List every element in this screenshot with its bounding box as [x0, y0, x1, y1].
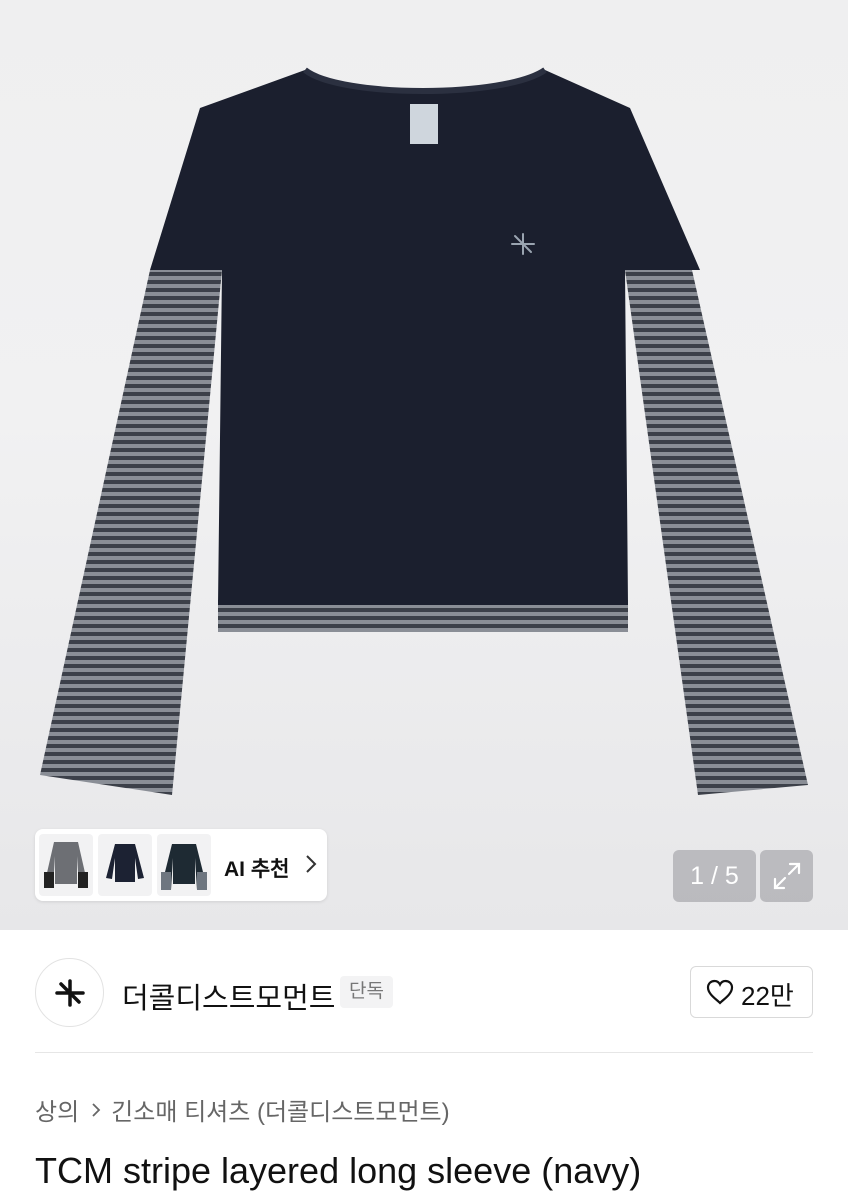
breadcrumb-category[interactable]: 상의 — [35, 1092, 79, 1127]
ai-recommend-button[interactable]: AI 추천 — [35, 829, 327, 901]
product-title: TCM stripe layered long sleeve (navy) — [35, 1150, 642, 1191]
chevron-right-icon — [92, 1102, 101, 1117]
gray-sweater-thumb[interactable] — [39, 834, 93, 896]
like-button[interactable]: 22만 — [690, 966, 813, 1018]
heart-icon — [706, 979, 734, 1005]
brand-logo[interactable] — [35, 958, 104, 1027]
image-counter: 1 / 5 — [673, 850, 756, 902]
like-count: 22만 — [741, 981, 794, 1011]
exclusive-badge: 단독 — [340, 976, 393, 1008]
product-image — [40, 67, 808, 795]
product-image-gallery[interactable]: AI 추천 1 / 5 — [0, 0, 848, 930]
breadcrumb: 상의 긴소매 티셔츠 (더콜디스트모먼트) — [35, 1092, 450, 1127]
image-counter-text: 1 / 5 — [690, 862, 739, 890]
divider — [35, 1052, 813, 1053]
expand-icon — [773, 862, 801, 890]
expand-image-button[interactable] — [760, 850, 813, 902]
ai-recommend-label: AI 추천 — [224, 858, 290, 881]
navy-top-thumb[interactable] — [98, 834, 152, 896]
chevron-right-icon — [306, 855, 317, 873]
dark-sweatshirt-thumb[interactable] — [157, 834, 211, 896]
breadcrumb-subcategory[interactable]: 긴소매 티셔츠 (더콜디스트모먼트) — [111, 1092, 449, 1127]
star-icon — [55, 979, 85, 1007]
brand-name[interactable]: 더콜디스트모먼트 — [122, 975, 335, 1017]
